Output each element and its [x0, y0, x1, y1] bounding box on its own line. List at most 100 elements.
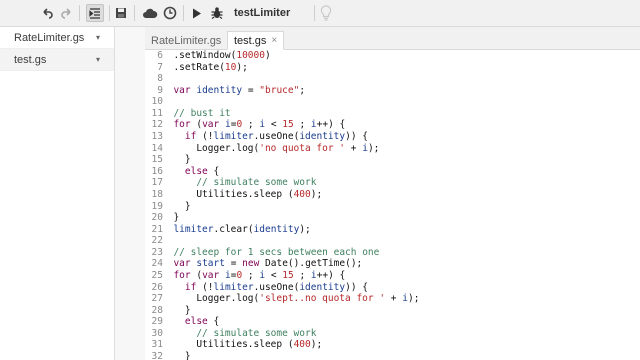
code-text: // simulate some work [196, 177, 317, 189]
line-number: 13 [151, 131, 163, 143]
code-line[interactable]: 18 Utilities.sleep (400); [145, 189, 640, 201]
close-icon[interactable]: × [271, 35, 277, 46]
code-line[interactable]: 12 for (var i=0 ; i < 15 ; i++) { [145, 119, 640, 131]
save-icon[interactable] [114, 4, 128, 22]
line-number: 14 [151, 142, 163, 154]
line-number: 31 [151, 339, 163, 351]
code-text: for (var i=0 ; i < 15 ; i++) { [173, 269, 346, 281]
code-line[interactable]: 10 [145, 96, 640, 108]
line-number: 30 [151, 327, 163, 339]
code-text: Utilities.sleep (400); [162, 339, 323, 351]
function-select-label: testLimiter [234, 7, 291, 19]
code-text: // sleep for 1 secs between each one [173, 246, 380, 258]
code-line[interactable]: 32 } [145, 351, 640, 360]
line-number: 23 [151, 246, 163, 258]
code-text: for (var i=0 ; i < 15 ; i++) { [173, 119, 346, 131]
tab-label: RateLimiter.gs [151, 34, 222, 47]
code-text: Logger.log('slept..no quota for ' + i); [162, 293, 420, 305]
code-text: else { [184, 316, 220, 328]
toolbar: testLimiter [0, 0, 640, 27]
line-number: 15 [151, 154, 163, 166]
lightbulb-icon[interactable] [318, 4, 334, 22]
code-line[interactable]: 20 } [145, 212, 640, 224]
code-line[interactable]: 31 Utilities.sleep (400); [145, 339, 640, 351]
code-line[interactable]: 30 // simulate some work [145, 328, 640, 340]
line-number: 29 [151, 316, 163, 328]
tab-bar: RateLimiter.gs test.gs × [145, 27, 640, 50]
line-number: 24 [151, 258, 163, 270]
code-text: var identity = "bruce"; [173, 84, 306, 96]
file-sidebar: RateLimiter.gs ▾ test.gs ▾ [0, 27, 115, 360]
code-text: Logger.log('no quota for ' + i); [162, 142, 380, 154]
line-number: 32 [151, 351, 163, 360]
undo-icon[interactable] [40, 4, 54, 22]
file-name: RateLimiter.gs [14, 31, 85, 44]
file-item-test[interactable]: test.gs ▾ [0, 49, 114, 71]
file-name: test.gs [14, 53, 47, 66]
code-text: // bust it [173, 107, 231, 119]
run-icon[interactable] [190, 4, 204, 22]
tab-label: test.gs [234, 34, 267, 47]
code-line[interactable]: 16 else { [145, 166, 640, 178]
line-number: 18 [151, 188, 163, 200]
indent-icon[interactable] [86, 4, 104, 22]
code-line[interactable]: 19 } [145, 201, 640, 213]
code-line[interactable]: 9 var identity = "bruce"; [145, 85, 640, 97]
code-editor[interactable]: 6 .setWindow(10000) 7 .setRate(10); 8 9 var… [145, 50, 640, 360]
toolbar-divider [109, 5, 110, 21]
line-number: 28 [151, 304, 163, 316]
line-number: 7 [157, 61, 163, 73]
toolbar-divider [183, 5, 184, 21]
toolbar-divider [314, 5, 315, 21]
code-line[interactable]: 14 Logger.log('no quota for ' + i); [145, 143, 640, 155]
code-line[interactable]: 24 var start = new Date().getTime(); [145, 258, 640, 270]
line-number: 10 [151, 96, 163, 108]
line-number: 19 [151, 200, 163, 212]
code-line[interactable]: 11 // bust it [145, 108, 640, 120]
line-number: 22 [151, 235, 163, 247]
line-number: 11 [151, 107, 163, 119]
code-line[interactable]: 28 } [145, 305, 640, 317]
code-text: } [162, 212, 180, 224]
code-text: } [162, 304, 191, 316]
code-text: Utilities.sleep (400); [162, 188, 323, 200]
line-number: 16 [151, 165, 163, 177]
code-text: } [162, 351, 191, 360]
code-text: if (!limiter.useOne(identity)) { [184, 131, 368, 143]
code-line[interactable]: 29 else { [145, 316, 640, 328]
clock-icon[interactable] [162, 4, 178, 22]
line-number: 26 [151, 281, 163, 293]
line-number: 25 [151, 269, 163, 281]
code-line[interactable]: 23 // sleep for 1 secs between each one [145, 247, 640, 259]
code-text: .setRate(10); [162, 61, 248, 73]
line-number: 27 [151, 293, 163, 305]
code-line[interactable]: 25 for (var i=0 ; i < 15 ; i++) { [145, 270, 640, 282]
toolbar-divider [79, 5, 80, 21]
code-line[interactable]: 26 if (!limiter.useOne(identity)) { [145, 282, 640, 294]
file-menu-icon[interactable]: ▾ [96, 55, 100, 64]
code-line[interactable]: 6 .setWindow(10000) [145, 50, 640, 62]
redo-icon[interactable] [60, 4, 74, 22]
line-number: 20 [151, 212, 163, 224]
code-line[interactable]: 27 Logger.log('slept..no quota for ' + i… [145, 293, 640, 305]
cloud-icon[interactable] [141, 4, 159, 22]
code-text: var start = new Date().getTime(); [173, 258, 363, 270]
code-line[interactable]: 21 limiter.clear(identity); [145, 224, 640, 236]
code-line[interactable]: 7 .setRate(10); [145, 62, 640, 74]
debug-icon[interactable] [209, 4, 225, 22]
line-number: 8 [157, 73, 163, 85]
tab-test[interactable]: test.gs × [227, 31, 285, 50]
code-line[interactable]: 15 } [145, 154, 640, 166]
editor-margin [115, 27, 145, 360]
file-menu-icon[interactable]: ▾ [96, 33, 100, 42]
line-number: 17 [151, 177, 163, 189]
code-line[interactable]: 17 // simulate some work [145, 177, 640, 189]
code-line[interactable]: 22 [145, 235, 640, 247]
tab-ratelimiter[interactable]: RateLimiter.gs [145, 31, 227, 50]
line-number: 9 [157, 84, 163, 96]
code-text: limiter.clear(identity); [173, 223, 311, 235]
file-item-ratelimiter[interactable]: RateLimiter.gs ▾ [0, 27, 114, 49]
code-line[interactable]: 8 [145, 73, 640, 85]
code-line[interactable]: 13 if (!limiter.useOne(identity)) { [145, 131, 640, 143]
function-select[interactable]: testLimiter [234, 4, 312, 22]
